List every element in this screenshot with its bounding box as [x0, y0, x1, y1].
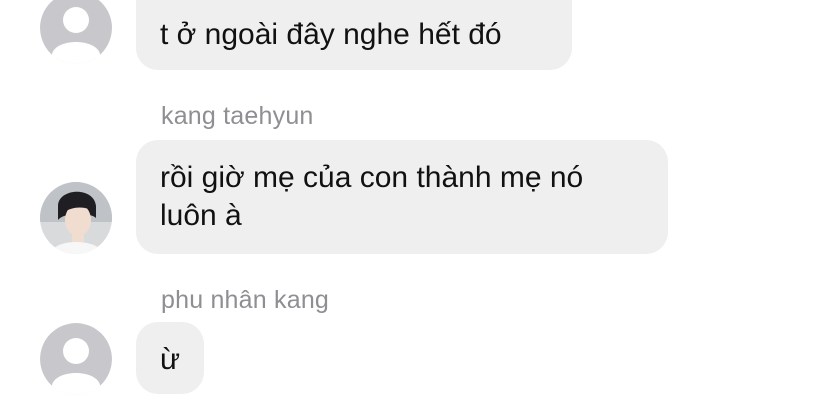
message-bubble[interactable]: t ở ngoài đây nghe hết đó: [136, 0, 572, 70]
sender-name: phu nhân kang: [161, 286, 330, 314]
default-avatar-icon[interactable]: [40, 323, 112, 395]
sender-name: kang taehyun: [161, 102, 314, 130]
profile-photo-avatar[interactable]: [40, 182, 112, 254]
message-bubble[interactable]: ừ: [136, 322, 204, 394]
message-text: t ở ngoài đây nghe hết đó: [160, 18, 502, 51]
message-text: rồi giờ mẹ của con thành mẹ nó luôn à: [160, 161, 584, 232]
message-bubble[interactable]: rồi giờ mẹ của con thành mẹ nó luôn à: [136, 140, 668, 254]
chat-thread: t ở ngoài đây nghe hết đó kang taehyun r…: [0, 0, 828, 419]
message-text: ừ: [160, 343, 181, 376]
default-avatar-icon[interactable]: [40, 0, 112, 64]
